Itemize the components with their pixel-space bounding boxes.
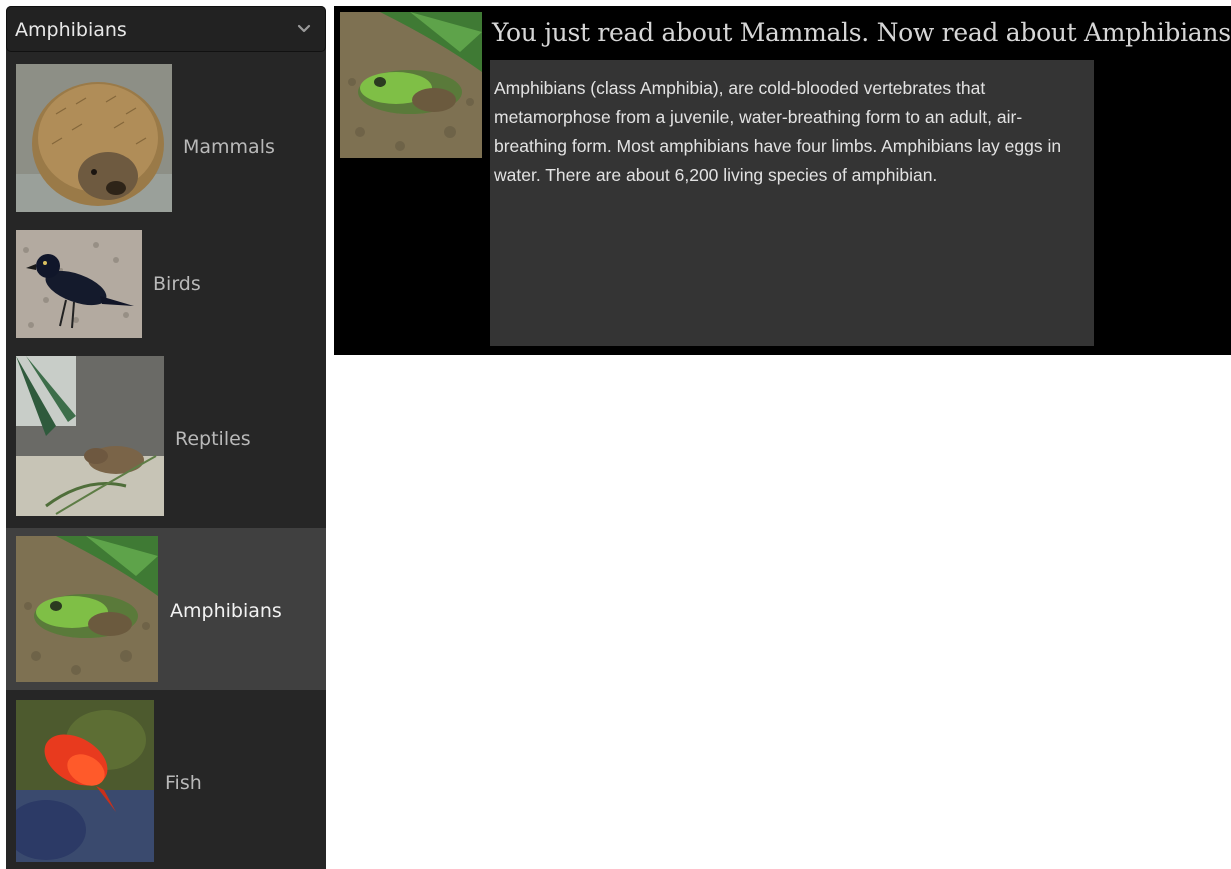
frog-photo [340, 12, 482, 158]
page: Amphibians Mammals Birds Reptiles Amphib… [0, 0, 1231, 869]
chevron-down-icon[interactable] [295, 17, 313, 39]
hedgehog-photo [16, 64, 172, 212]
dropdown-item-birds[interactable]: Birds [6, 230, 326, 350]
animal-class-dropdown[interactable]: Amphibians Mammals Birds Reptiles Amphib… [6, 6, 326, 869]
dropdown-item-amphibians[interactable]: Amphibians [6, 528, 326, 690]
lizard-photo [16, 356, 164, 516]
frog-photo [16, 536, 158, 682]
dropdown-item-label: Mammals [183, 136, 275, 158]
dropdown-item-label: Reptiles [175, 428, 251, 450]
blackbird-photo [16, 230, 142, 338]
dropdown-item-reptiles[interactable]: Reptiles [6, 356, 326, 528]
dropdown-item-fish[interactable]: Fish [6, 700, 326, 869]
dropdown-selected-value: Amphibians [15, 19, 127, 41]
dropdown-item-label: Amphibians [170, 600, 282, 622]
dropdown-item-label: Fish [165, 772, 202, 794]
koi-fish-photo [16, 700, 154, 862]
content-description: Amphibians (class Amphibia), are cold-bl… [490, 60, 1094, 346]
dropdown-item-label: Birds [153, 273, 201, 295]
content-panel: You just read about Mammals. Now read ab… [334, 6, 1231, 355]
dropdown-header[interactable]: Amphibians [6, 6, 326, 52]
dropdown-item-mammals[interactable]: Mammals [6, 64, 326, 224]
content-heading: You just read about Mammals. Now read ab… [492, 18, 1231, 47]
